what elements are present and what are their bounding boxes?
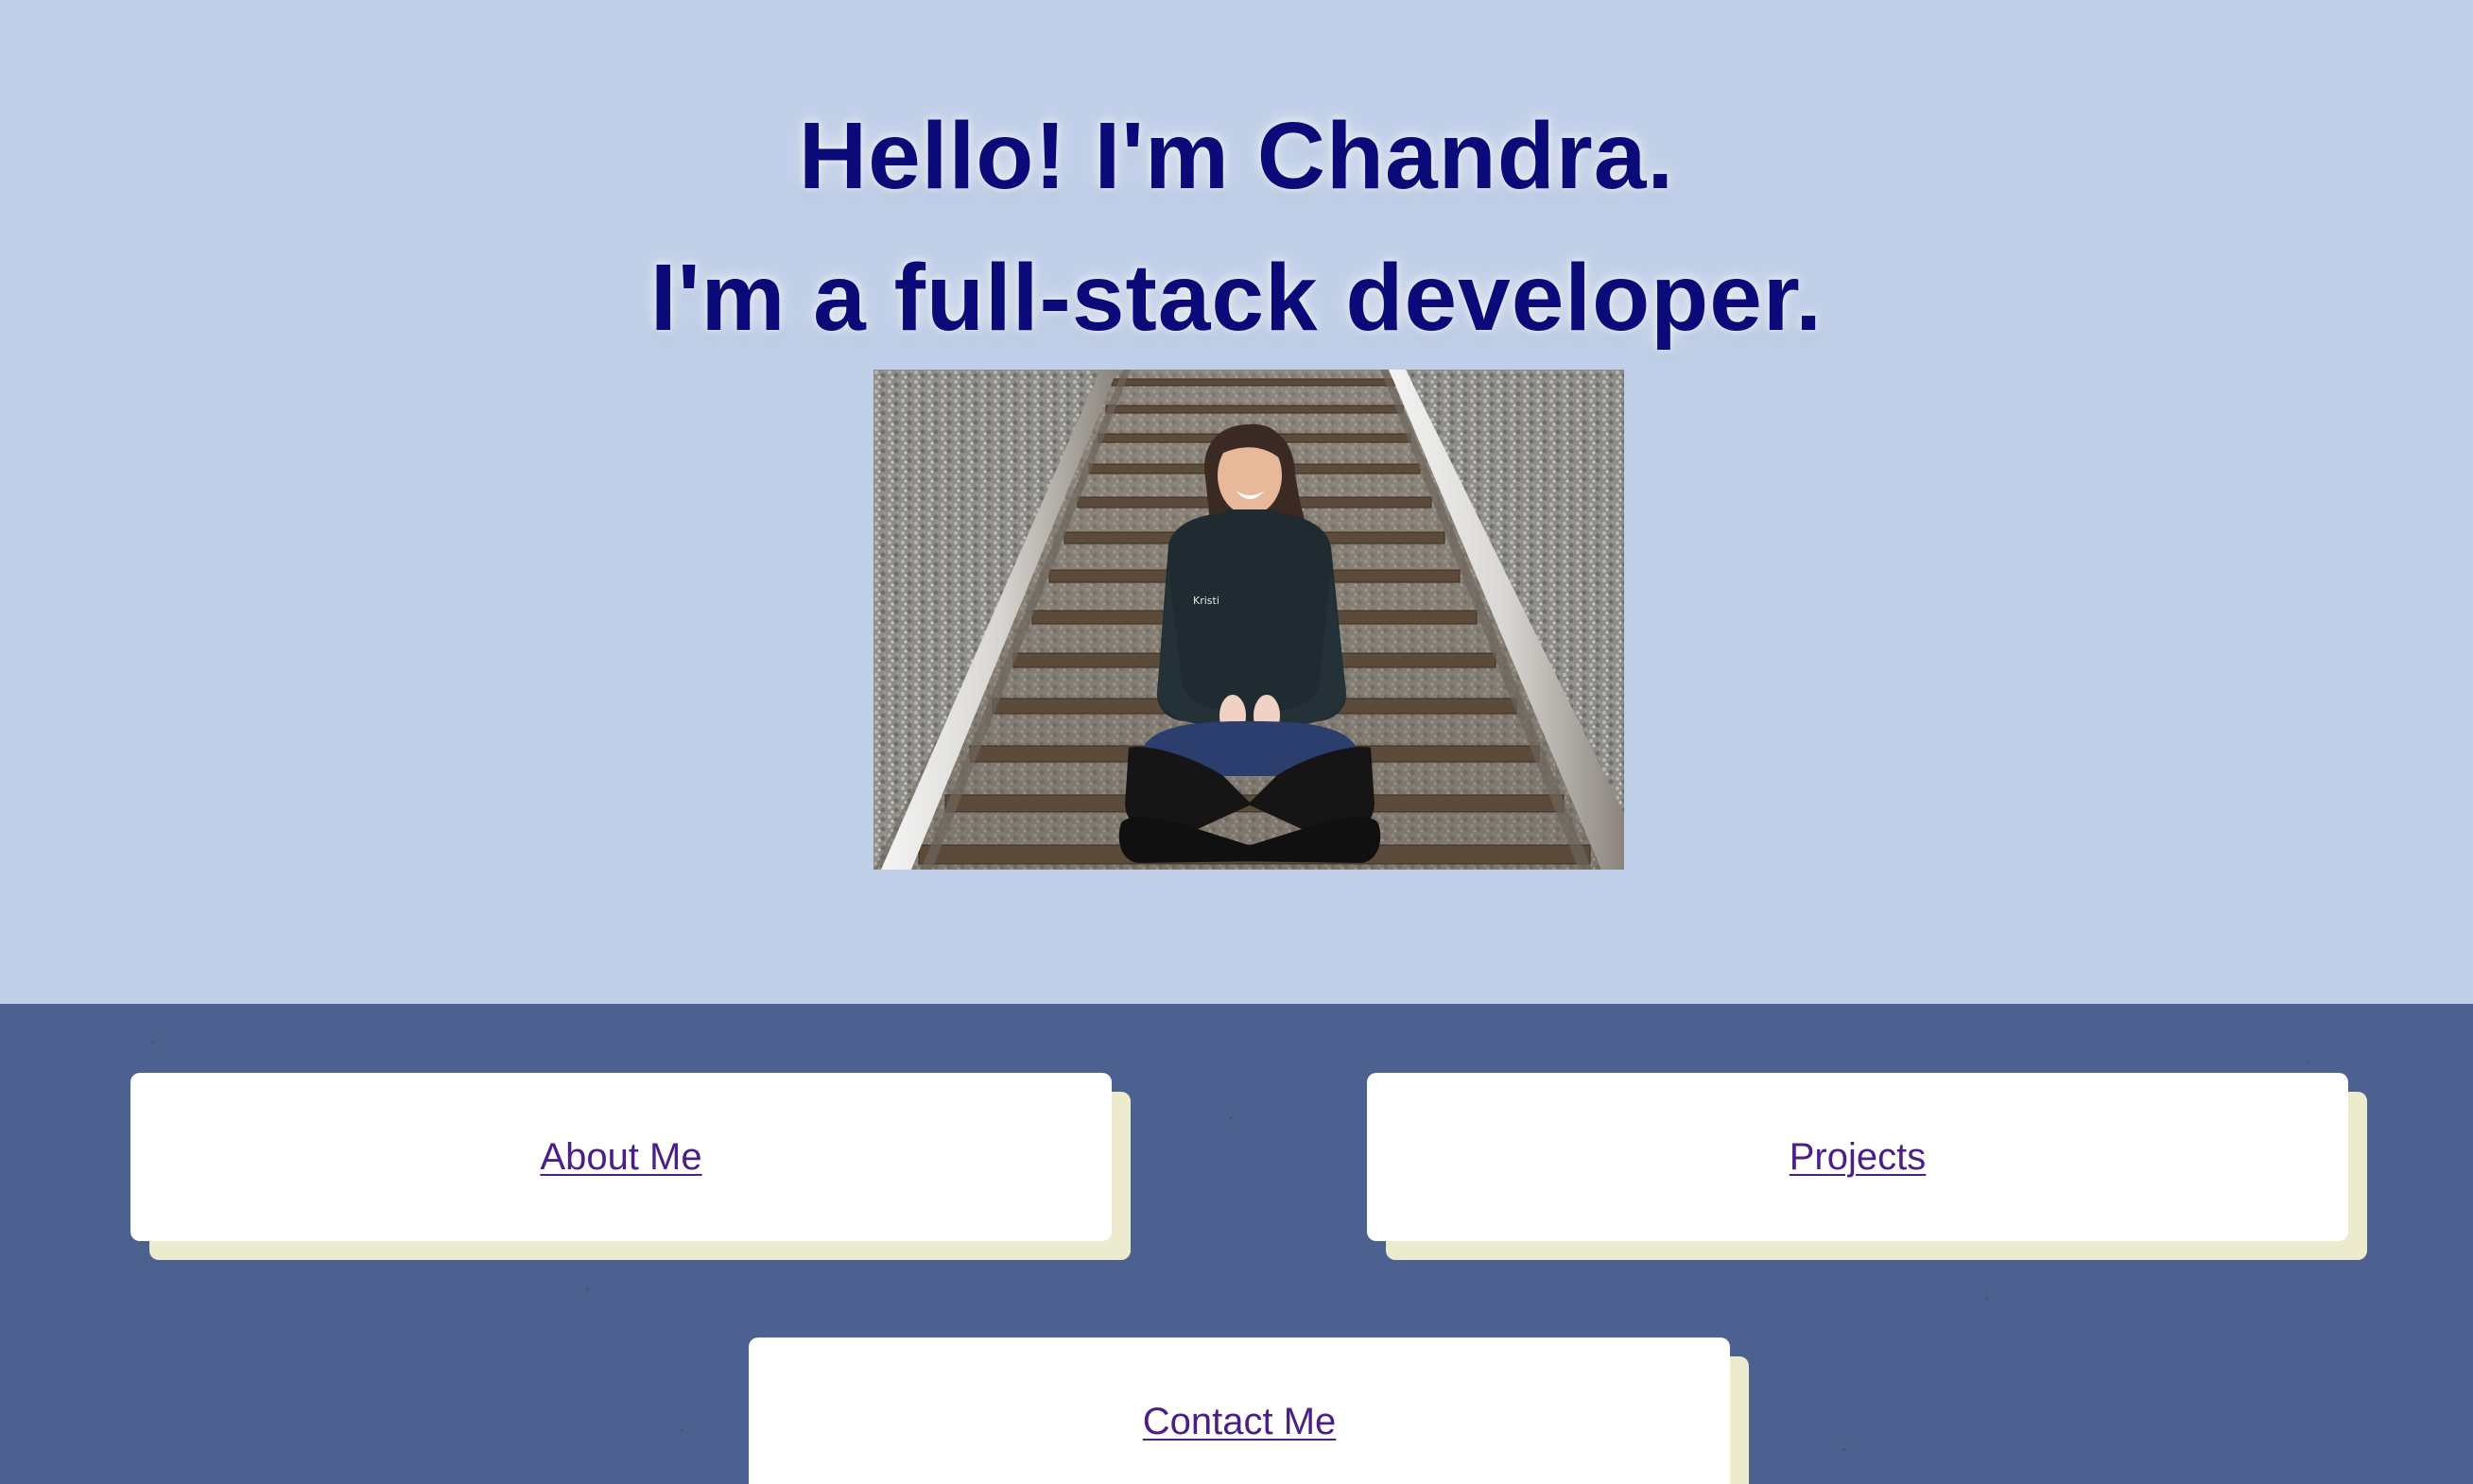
about-me-link[interactable]: About Me — [540, 1136, 701, 1179]
contact-me-link[interactable]: Contact Me — [1143, 1401, 1337, 1443]
about-me-card[interactable]: About Me — [130, 1073, 1112, 1241]
projects-card[interactable]: Projects — [1367, 1073, 2348, 1241]
profile-photo: Kristi — [873, 370, 1624, 870]
svg-text:Kristi: Kristi — [1193, 595, 1219, 607]
contact-me-card[interactable]: Contact Me — [749, 1337, 1730, 1484]
role-heading: I'm a full-stack developer. — [649, 245, 1824, 351]
projects-link[interactable]: Projects — [1790, 1136, 1927, 1179]
hero-section: Hello! I'm Chandra. I'm a full-stack dev… — [0, 0, 2473, 1004]
navigation-section: About Me Projects Contact Me — [0, 1004, 2473, 1484]
greeting-heading: Hello! I'm Chandra. — [798, 103, 1675, 209]
